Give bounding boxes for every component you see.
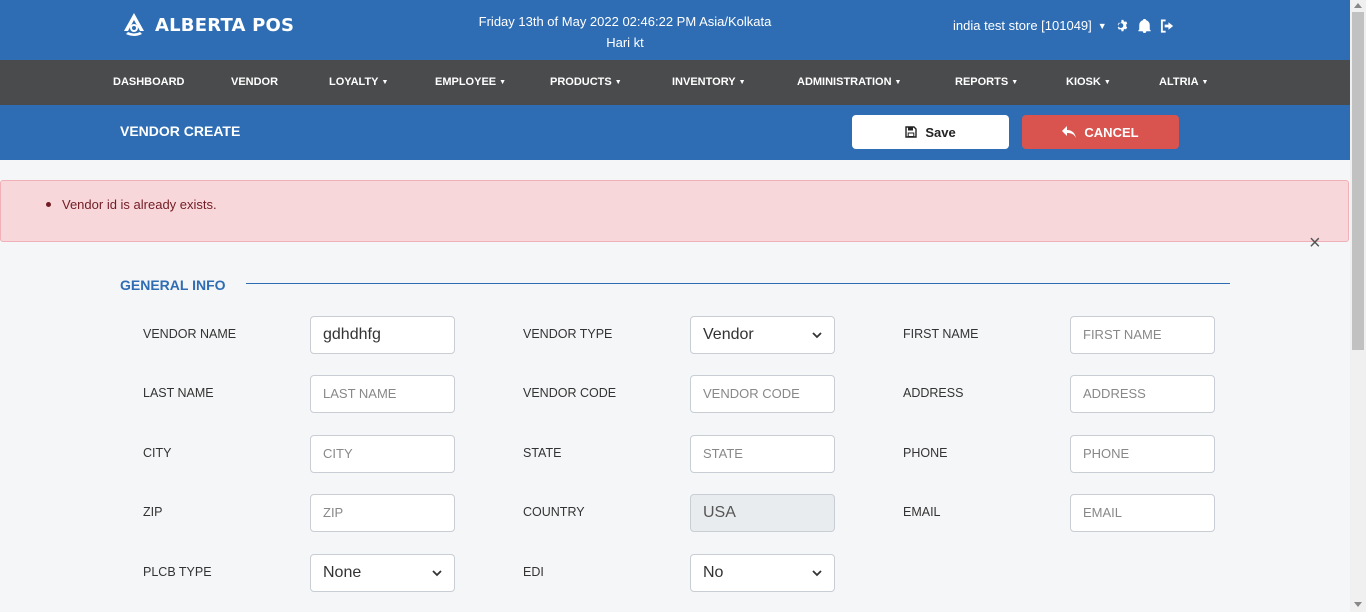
logo-text: ALBERTA POS [155, 14, 295, 36]
vendor-type-select[interactable]: Vendor [690, 316, 835, 354]
vendor-type-value: Vendor [703, 326, 754, 343]
caret-down-icon: ▼ [894, 79, 902, 86]
scroll-up-arrow-icon[interactable] [1354, 3, 1362, 8]
caret-down-icon: ▼ [1201, 79, 1209, 86]
nav-administration[interactable]: ADMINISTRATION ▼ [797, 60, 901, 105]
vendor-name-label: VENDOR NAME [143, 327, 237, 341]
country-label: COUNTRY [523, 505, 585, 519]
caret-down-icon: ▼ [499, 79, 507, 86]
address-label: ADDRESS [903, 386, 964, 400]
section-title: GENERAL INFO [120, 277, 226, 293]
edi-select[interactable]: No [690, 554, 835, 592]
section-divider [246, 283, 1230, 284]
store-area: india test store [101049] ▼ [953, 18, 1175, 33]
nav-loyalty[interactable]: LOYALTY ▼ [329, 60, 388, 105]
edi-label: EDI [523, 565, 544, 579]
nav-vendor[interactable]: VENDOR [231, 60, 278, 105]
store-selector[interactable]: india test store [101049] [953, 18, 1092, 33]
nav-products[interactable]: PRODUCTS ▼ [550, 60, 622, 105]
main-nav: DASHBOARD VENDOR LOYALTY ▼ EMPLOYEE ▼ PROD… [0, 60, 1350, 105]
chevron-down-icon[interactable]: ▼ [1098, 21, 1107, 31]
page-header: VENDOR CREATE Save CANCEL [0, 105, 1350, 160]
bell-icon[interactable] [1138, 18, 1151, 33]
country-input [690, 494, 835, 532]
vendor-code-label: VENDOR CODE [523, 386, 617, 400]
datetime-display: Friday 13th of May 2022 02:46:22 PM Asia… [440, 11, 810, 53]
nav-kiosk[interactable]: KIOSK ▼ [1066, 60, 1111, 105]
email-label: EMAIL [903, 505, 941, 519]
scroll-down-arrow-icon[interactable] [1354, 602, 1362, 607]
zip-input[interactable] [310, 494, 455, 532]
close-icon[interactable]: × [1309, 233, 1321, 253]
nav-inventory[interactable]: INVENTORY ▼ [672, 60, 746, 105]
email-input[interactable] [1070, 494, 1215, 532]
alberta-logo-icon [124, 13, 144, 36]
scrollbar-thumb[interactable] [1352, 12, 1364, 350]
alert-message: Vendor id is already exists. [62, 197, 217, 212]
cancel-button[interactable]: CANCEL [1022, 115, 1179, 149]
address-input[interactable] [1070, 375, 1215, 413]
chevron-down-icon [432, 569, 442, 576]
nav-employee[interactable]: EMPLOYEE ▼ [435, 60, 506, 105]
edi-value: No [703, 564, 724, 581]
state-label: STATE [523, 446, 562, 460]
nav-altria[interactable]: ALTRIA ▼ [1159, 60, 1208, 105]
vendor-type-label: VENDOR TYPE [523, 327, 613, 341]
caret-down-icon: ▼ [738, 79, 746, 86]
caret-down-icon: ▼ [1011, 79, 1019, 86]
vendor-code-input[interactable] [690, 375, 835, 413]
save-button[interactable]: Save [852, 115, 1009, 149]
caret-down-icon: ▼ [1103, 79, 1111, 86]
logo[interactable]: ALBERTA POS [120, 11, 294, 39]
page-title: VENDOR CREATE [120, 123, 241, 139]
chevron-down-icon [812, 331, 822, 338]
zip-label: ZIP [143, 505, 163, 519]
cancel-label: CANCEL [1084, 124, 1139, 140]
phone-input[interactable] [1070, 435, 1215, 473]
last-name-input[interactable] [310, 375, 455, 413]
top-header: ALBERTA POS Friday 13th of May 2022 02:4… [0, 0, 1350, 60]
chevron-down-icon [812, 569, 822, 576]
current-datetime: Friday 13th of May 2022 02:46:22 PM Asia… [478, 14, 772, 29]
city-label: CITY [143, 446, 172, 460]
reply-icon [1062, 126, 1077, 138]
user-name: Hari kt [606, 35, 644, 50]
bullet-icon [46, 202, 51, 207]
first-name-label: FIRST NAME [903, 327, 979, 341]
state-input[interactable] [690, 435, 835, 473]
plcb-type-value: None [323, 564, 362, 581]
caret-down-icon: ▼ [381, 79, 389, 86]
error-alert: Vendor id is already exists. [0, 180, 1349, 242]
last-name-label: LAST NAME [143, 386, 214, 400]
save-icon [905, 126, 918, 138]
phone-label: PHONE [903, 446, 948, 460]
city-input[interactable] [310, 435, 455, 473]
first-name-input[interactable] [1070, 316, 1215, 354]
plcb-type-label: PLCB TYPE [143, 565, 212, 579]
plcb-type-select[interactable]: None [310, 554, 455, 592]
save-label: Save [925, 124, 956, 140]
vendor-name-input[interactable] [310, 316, 455, 354]
nav-reports[interactable]: REPORTS ▼ [955, 60, 1018, 105]
caret-down-icon: ▼ [614, 79, 622, 86]
gear-icon[interactable] [1116, 19, 1129, 32]
nav-dashboard[interactable]: DASHBOARD [113, 60, 185, 105]
logout-icon[interactable] [1160, 18, 1175, 33]
